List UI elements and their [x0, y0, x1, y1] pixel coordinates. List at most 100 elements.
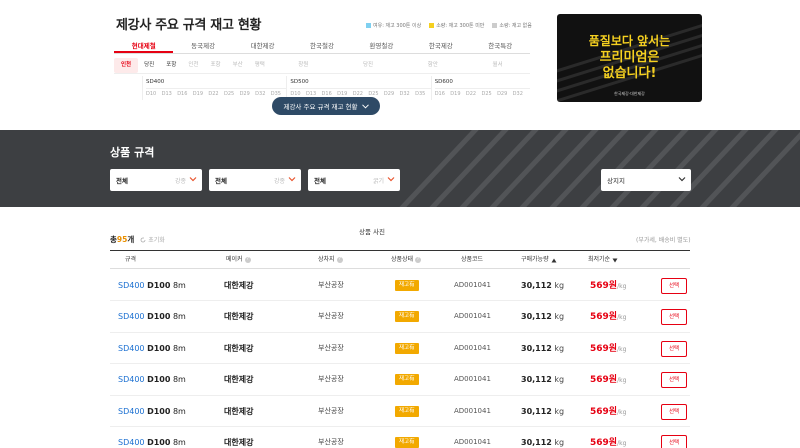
price-unit: /kg	[617, 283, 627, 290]
promo-banner[interactable]: 품질보다 앞서는 프리미엄은 없습니다! 한국제강·대한제강	[557, 14, 702, 102]
inventory-legend: 여유: 재고 300톤 이상 소량: 재고 300톤 미만 소량: 재고 없음	[366, 22, 532, 29]
table-row[interactable]: SD400 D100 8m 대한제강 부산공장 재고有 AD001041 30,…	[110, 333, 690, 365]
diameter-list: D10 D13 D16 D19 D22 D25 D29 D32 D35	[146, 89, 286, 100]
price-value: 569원	[590, 406, 618, 417]
inventory-spec-button[interactable]: 제강사 주요 규격 재고 현황	[272, 97, 380, 115]
cell-qty: 30,112 kg	[521, 364, 564, 395]
diameter: D29	[383, 91, 395, 97]
col-code: 상품코드	[461, 251, 483, 269]
tab-mill-3[interactable]: 대한제강	[233, 39, 292, 53]
tab-plant[interactable]: 포항	[205, 58, 227, 73]
reset-button[interactable]: 초기화	[140, 235, 165, 244]
cell-location: 부산공장	[318, 437, 344, 446]
tab-plant[interactable]: 평택	[249, 58, 271, 73]
tab-mill-2[interactable]: 동국제강	[173, 39, 232, 53]
select-value: 전체	[116, 177, 128, 185]
tab-mill-1[interactable]: 현대제철	[114, 39, 174, 53]
spec-length: 8m	[172, 375, 186, 385]
tab-plant[interactable]: 당진	[336, 58, 401, 73]
cell-location: 부산공장	[318, 343, 344, 352]
location-filter-select[interactable]: 상지지	[601, 169, 691, 191]
price-value: 569원	[590, 375, 618, 386]
product-table: SD400 D100 8m 대한제강 부산공장 재고有 AD001041 30,…	[110, 270, 690, 448]
price-unit: /kg	[617, 377, 627, 385]
qty-unit: kg	[554, 375, 565, 385]
col-maker[interactable]: 메이커?	[226, 251, 251, 269]
diameter-list: D16 D19 D22 D25 D29 D32	[435, 89, 530, 100]
select-button[interactable]: 선택	[661, 434, 687, 448]
legend-item: 여유: 재고 300톤 이상	[366, 22, 421, 29]
tab-mill-7[interactable]: 한국특강	[471, 39, 530, 53]
spec-diameter: D100	[147, 406, 171, 416]
select-button[interactable]: 선택	[661, 372, 687, 389]
cell-qty: 30,112 kg	[521, 427, 564, 448]
diameter: D32	[512, 91, 523, 97]
tab-plant[interactable]: 포항	[160, 58, 182, 73]
qty-unit: kg	[554, 281, 565, 290]
price-note: (부가세, 배송비 별도)	[636, 237, 691, 244]
col-price[interactable]: 최저기순	[588, 251, 618, 269]
select-button[interactable]: 선택	[661, 340, 687, 357]
tab-plant[interactable]: 당진	[138, 58, 160, 73]
qty-unit: kg	[554, 312, 565, 322]
table-row[interactable]: SD400 D100 8m 대한제강 부산공장 재고有 AD001041 30,…	[110, 270, 690, 302]
status-badge: 재고有	[395, 342, 419, 354]
col-status[interactable]: 상품상태?	[391, 251, 422, 269]
select-button[interactable]: 선택	[661, 309, 687, 326]
grade-filter-select-2[interactable]: 전체 강종	[209, 169, 301, 191]
cell-maker: 대한제강	[224, 375, 254, 385]
diameter: D35	[415, 91, 426, 97]
table-row[interactable]: SD400 D100 8m 대한제강 부산공장 재고有 AD001041 30,…	[110, 396, 690, 427]
diameter: D13	[161, 91, 172, 97]
chevron-down-icon	[387, 177, 395, 182]
diameter: D25	[481, 91, 492, 97]
spec-grade: SD400	[118, 281, 145, 290]
tab-mill-6[interactable]: 한국제강	[411, 39, 470, 53]
tab-plant[interactable]: 인천	[182, 58, 204, 73]
select-value: 상지지	[607, 177, 625, 185]
legend-label: 여유: 재고 300톤 이상	[373, 23, 422, 29]
col-qty[interactable]: 구매가능량	[521, 251, 557, 269]
cell-spec: SD400 D100 8m	[118, 270, 186, 301]
grade-name: SD600	[434, 76, 530, 89]
table-row[interactable]: SD400 D100 8m 대한제강 부산공장 재고有 AD001041 30,…	[110, 364, 690, 396]
cell-spec: SD400 D100 8m	[118, 364, 186, 395]
tab-plant[interactable]: 월서	[465, 58, 530, 73]
grade-filter-select[interactable]: 전체 강종	[110, 169, 202, 191]
cell-price: 569원/kg	[590, 396, 626, 428]
cell-spec: SD400 D100 8m	[118, 427, 186, 448]
col-label: 상차지	[318, 256, 335, 263]
qty-value: 30,112	[521, 375, 552, 385]
thickness-filter-select[interactable]: 전체 굵기	[308, 169, 400, 191]
select-placeholder: 강종	[273, 177, 285, 185]
select-button[interactable]: 선택	[661, 278, 687, 294]
tab-plant[interactable]: 인천	[114, 57, 139, 73]
rebar-texture	[399, 130, 800, 207]
diameter: D16	[177, 91, 188, 97]
plant-tabs: 인천 당진 포항 인천 포항 부산 평택 창원 당진 함안 월서	[114, 57, 530, 74]
spec-grade: SD400	[118, 312, 145, 322]
price-value: 569원	[590, 343, 618, 354]
table-row[interactable]: SD400 D100 8m 대한제강 부산공장 재고有 AD001041 30,…	[110, 301, 690, 333]
status-badge: 재고有	[395, 405, 419, 417]
tab-plant[interactable]: 부산	[227, 58, 249, 73]
tab-plant[interactable]: 함안	[400, 58, 465, 73]
price-value: 569원	[590, 312, 618, 323]
tab-plant[interactable]: 창원	[271, 58, 336, 73]
product-photo-label: 상품 사진	[359, 228, 385, 236]
status-badge: 재고有	[395, 374, 419, 386]
tab-mill-4[interactable]: 한국철강	[292, 39, 351, 53]
search-band: 상품 규격 전체 강종 전체 강종 전체 굵기 상지지	[0, 130, 800, 207]
table-row[interactable]: SD400 D100 8m 대한제강 부산공장 재고有 AD001041 30,…	[110, 427, 690, 448]
diameter: D10	[146, 91, 157, 97]
help-icon: ?	[244, 257, 251, 263]
select-button[interactable]: 선택	[661, 403, 687, 420]
spec-diameter: D100	[147, 312, 171, 322]
count-prefix: 총	[110, 235, 117, 244]
grade-column: SD400 D10 D13 D16 D19 D22 D25 D29 D32 D3…	[142, 76, 287, 100]
tab-mill-5[interactable]: 환영철강	[352, 39, 411, 53]
col-location[interactable]: 상차지?	[318, 251, 343, 269]
inventory-title: 제강사 주요 규격 재고 현황	[116, 18, 262, 33]
help-icon: ?	[336, 257, 343, 263]
cell-spec: SD400 D100 8m	[118, 396, 186, 427]
